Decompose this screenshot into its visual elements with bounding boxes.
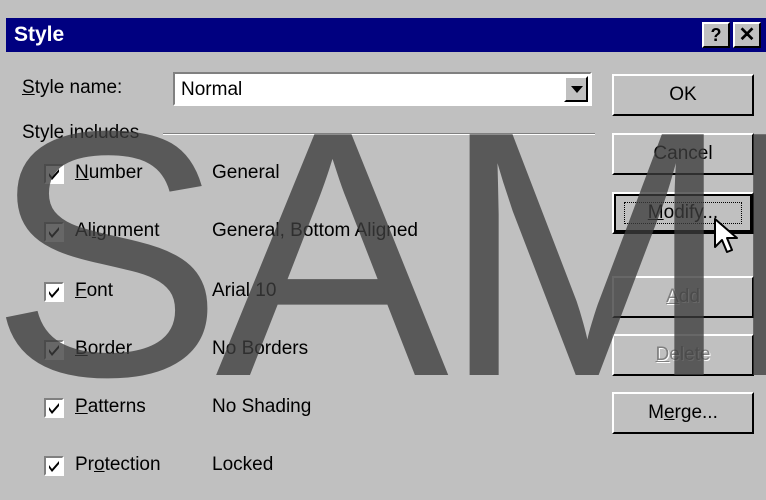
- checkbox[interactable]: [44, 222, 64, 242]
- cancel-button[interactable]: Cancel: [612, 133, 754, 175]
- group-divider: [163, 133, 595, 135]
- style-name-value[interactable]: Normal: [181, 79, 242, 101]
- checkmark-icon: [49, 287, 59, 298]
- setting-value: Arial 10: [212, 280, 277, 301]
- close-button[interactable]: ✕: [733, 22, 761, 48]
- dropdown-button[interactable]: [564, 76, 588, 102]
- ok-button[interactable]: OK: [612, 74, 754, 116]
- style-name-combobox[interactable]: Normal: [173, 72, 592, 106]
- checkbox-label[interactable]: Font: [75, 280, 113, 302]
- mouse-cursor-icon: [714, 218, 738, 253]
- style-dialog: Style ? ✕ Style name: Normal Style inclu…: [0, 0, 766, 500]
- add-button[interactable]: Add: [612, 276, 754, 318]
- style-name-label: Style name:: [22, 77, 123, 98]
- setting-value: Locked: [212, 454, 274, 475]
- checkbox-label[interactable]: Alignment: [75, 220, 160, 242]
- checkmark-icon: [49, 169, 59, 180]
- setting-value: No Borders: [212, 338, 309, 359]
- checkbox[interactable]: [44, 164, 64, 184]
- title-bar[interactable]: Style ? ✕: [6, 18, 766, 52]
- checkbox-label[interactable]: Protection: [75, 454, 161, 476]
- help-button[interactable]: ?: [702, 22, 730, 48]
- checkbox-label[interactable]: Patterns: [75, 396, 146, 418]
- window-title: Style: [14, 23, 65, 46]
- setting-value: General, Bottom Aligned: [212, 220, 418, 241]
- style-includes-label: Style includes: [22, 122, 140, 143]
- checkbox-label[interactable]: Number: [75, 162, 143, 184]
- delete-button[interactable]: Delete: [612, 334, 754, 376]
- merge-button[interactable]: Merge...: [612, 392, 754, 434]
- checkmark-icon: [49, 403, 59, 414]
- setting-value: General: [212, 162, 280, 183]
- checkbox[interactable]: [44, 340, 64, 360]
- checkmark-icon: [49, 227, 59, 238]
- checkbox-label[interactable]: Border: [75, 338, 132, 360]
- checkmark-icon: [49, 461, 59, 472]
- checkbox[interactable]: [44, 398, 64, 418]
- setting-value: No Shading: [212, 396, 312, 417]
- checkbox[interactable]: [44, 456, 64, 476]
- checkbox[interactable]: [44, 282, 64, 302]
- checkmark-icon: [49, 345, 59, 356]
- chevron-down-icon: [571, 86, 583, 93]
